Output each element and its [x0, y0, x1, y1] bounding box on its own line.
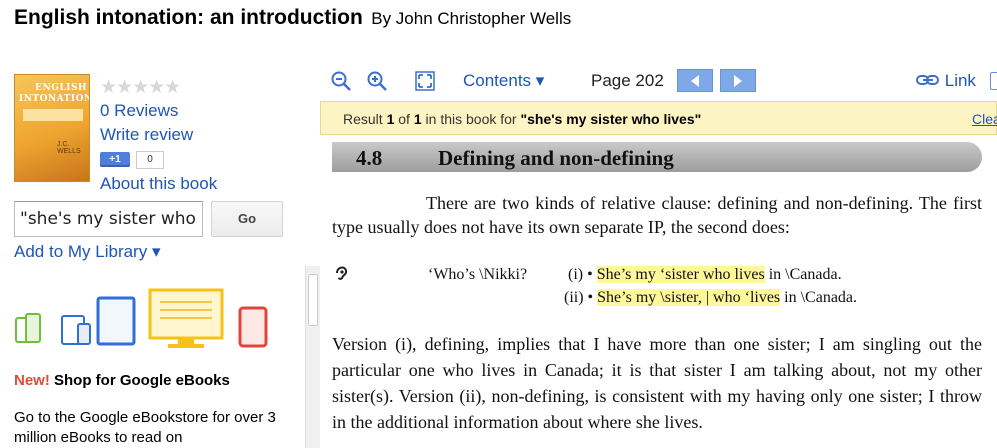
link-label: Link [944, 71, 976, 90]
next-page-icon [734, 75, 742, 87]
ereader-red-icon [238, 306, 268, 348]
link-icon [916, 75, 939, 85]
zoom-in-icon[interactable] [366, 70, 388, 92]
add-to-library-link[interactable]: Add to My Library ▾ [14, 242, 160, 262]
book-cover[interactable]: ENGLISH INTONATION J.C. WELLS [14, 74, 90, 182]
go-button[interactable]: Go [211, 201, 283, 237]
rating-stars: ★★★★★ [100, 77, 181, 98]
shop-heading: New! Shop for Google eBooks [14, 372, 230, 389]
monitor-yellow-icon [148, 288, 224, 348]
section-title: Defining and non-defining [438, 146, 674, 170]
result-summary: Result 1 of 1 in this book for "she's my… [343, 111, 702, 127]
cover-band [23, 109, 83, 121]
example-line-ii: (ii) • She’s my \sister, | who ‘lives in… [564, 289, 858, 306]
promo-text: Go to the Google eBookstore for over 3 m… [14, 409, 276, 446]
prev-page-icon [691, 75, 699, 87]
highlighted-match: She’s my ‘sister who lives [596, 266, 765, 283]
phone-blue-icon [61, 315, 91, 345]
book-author: By John Christopher Wells [371, 9, 572, 28]
scrollbar-thumb[interactable] [308, 274, 318, 326]
zoom-out-icon[interactable] [330, 70, 352, 92]
book-title: English intonation: an introduction [14, 6, 363, 29]
viewer-toolbar: Contents ▾ Page 202 Link [320, 68, 997, 96]
paragraph: Version (i), defining, implies that I ha… [332, 334, 982, 432]
book-header: English intonation: an introduction By J… [14, 6, 571, 30]
plusone-button[interactable]: +1 [100, 152, 130, 167]
audio-ear-icon[interactable] [334, 266, 348, 280]
prev-page-button[interactable] [677, 69, 713, 92]
write-review-link[interactable]: Write review [100, 125, 193, 145]
section-heading-bar: 4.8 Defining and non-defining [332, 142, 982, 172]
reviews-link[interactable]: 0 Reviews [100, 101, 178, 121]
fullscreen-icon[interactable] [414, 70, 436, 92]
example-prompt: ‘Who’s \Nikki? [428, 266, 528, 283]
link-button[interactable]: Link [916, 71, 976, 91]
sidebar: ENGLISH INTONATION J.C. WELLS ★★★★★ 0 Re… [0, 70, 300, 448]
plusone-count: 0 [136, 151, 164, 169]
phone-green-icon [15, 313, 41, 343]
new-label: New! [14, 372, 50, 389]
shop-label[interactable]: Shop for Google eBooks [54, 372, 230, 389]
clear-search-link[interactable]: Clea [972, 111, 997, 127]
section-number: 4.8 [356, 146, 383, 170]
settings-icon[interactable] [990, 72, 997, 90]
book-page: 4.8 Defining and non-defining There are … [320, 135, 997, 448]
search-input[interactable]: "she's my sister who [14, 201, 203, 237]
page-number: Page 202 [591, 71, 664, 90]
tablet-blue-icon [96, 296, 136, 346]
paragraph: There are two kinds of relative clause: … [332, 193, 982, 237]
about-book-link[interactable]: About this book [100, 174, 217, 194]
cover-author: J.C. WELLS [57, 141, 81, 155]
example-line-i: (i) • She’s my ‘sister who lives in \Can… [568, 266, 842, 283]
search-result-bar: Result 1 of 1 in this book for "she's my… [320, 101, 997, 135]
sidebar-scrollbar[interactable] [305, 266, 320, 448]
ebook-devices-icon [15, 288, 268, 348]
highlighted-match: She’s my \sister, | who ‘lives [597, 289, 781, 306]
cover-title: ENGLISH INTONATION [19, 83, 90, 104]
contents-dropdown[interactable]: Contents ▾ [463, 71, 544, 91]
next-page-button[interactable] [720, 69, 756, 92]
